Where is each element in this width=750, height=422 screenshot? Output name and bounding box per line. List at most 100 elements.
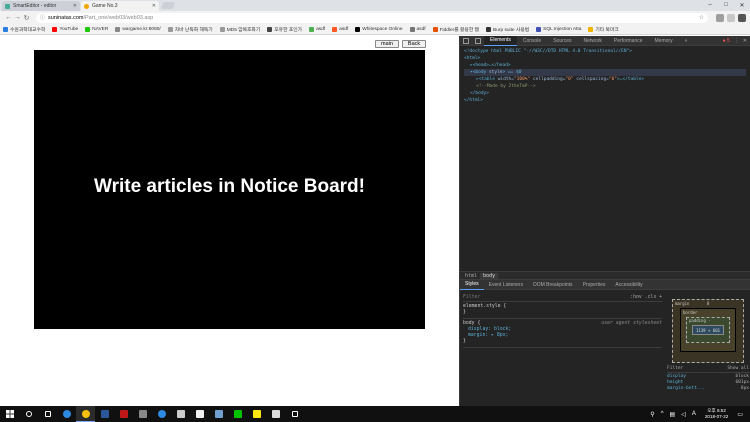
- taskbar-line-button[interactable]: [228, 406, 247, 422]
- taskbar-mail-button[interactable]: [171, 406, 190, 422]
- notification-icon[interactable]: ▭: [737, 411, 743, 418]
- bookmark-item[interactable]: 자바 난독화 해독기: [167, 26, 213, 33]
- taskbar-app-button[interactable]: [133, 406, 152, 422]
- devtools-tab[interactable]: Elements: [484, 35, 517, 46]
- bookmark-item[interactable]: NAVER: [85, 26, 108, 32]
- device-toggle-icon[interactable]: [475, 37, 481, 44]
- devtools-tab[interactable]: Memory: [649, 36, 679, 46]
- minimize-icon[interactable]: –: [702, 0, 718, 10]
- taskbar-word-button[interactable]: [95, 406, 114, 422]
- chevron-up-icon[interactable]: ^: [661, 411, 664, 417]
- dom-node[interactable]: ▸<head>…</head>: [464, 62, 746, 69]
- bookmark-item[interactable]: 기타 북마크: [588, 26, 619, 33]
- devtools-tab[interactable]: Console: [517, 36, 547, 46]
- browser-tab-game[interactable]: Game No.3 ✕: [81, 1, 159, 11]
- close-tab-icon[interactable]: ✕: [73, 3, 77, 9]
- bookmark-item[interactable]: asdf: [309, 26, 325, 32]
- taskbar-mcafee-button[interactable]: [114, 406, 133, 422]
- extension-icon[interactable]: [716, 13, 724, 22]
- taskbar-steam-button[interactable]: [209, 406, 228, 422]
- show-all-checkbox[interactable]: Show all: [727, 366, 749, 372]
- filter-options[interactable]: :hov .cls +: [630, 295, 662, 300]
- close-devtools-icon[interactable]: ✕: [743, 38, 747, 44]
- bookmark-item[interactable]: asdf: [332, 26, 348, 32]
- back-arrow-icon[interactable]: ←: [4, 13, 13, 22]
- error-count[interactable]: ● 5: [723, 38, 730, 44]
- box-border[interactable]: border padding - 1139 × 601: [680, 308, 736, 352]
- breadcrumb-body[interactable]: body: [480, 272, 499, 279]
- styles-subtab[interactable]: Event Listeners: [484, 280, 528, 290]
- styles-subtab[interactable]: DOM Breakpoints: [528, 280, 577, 290]
- volume-icon[interactable]: ◁: [681, 411, 686, 418]
- bookmark-item[interactable]: Fiddler를 활용한 웹: [432, 26, 479, 33]
- dom-node[interactable]: <!doctype html PUBLIC "-//W3C//DTD HTML …: [464, 48, 746, 55]
- address-bar[interactable]: ⓘ suninatas.com /Part_one/web03/web03.as…: [36, 12, 708, 23]
- breadcrumb-html[interactable]: html: [462, 273, 480, 279]
- dom-node[interactable]: <!--Made by 2theTmP-->: [464, 83, 746, 90]
- devtools-tabbar: Elements Console Sources Network Performance…: [460, 35, 750, 46]
- rule-source[interactable]: user agent stylesheet: [601, 321, 662, 327]
- taskbar-chrome-button[interactable]: [76, 406, 95, 422]
- taskbar-task-view-button[interactable]: [38, 406, 57, 422]
- close-tab-icon[interactable]: ✕: [152, 3, 156, 9]
- dom-tree[interactable]: <!doctype html PUBLIC "-//W3C//DTD HTML …: [460, 46, 750, 271]
- more-options-icon[interactable]: ⋮: [734, 38, 739, 44]
- devtools-tab[interactable]: »: [679, 36, 694, 46]
- close-window-icon[interactable]: ✕: [734, 0, 750, 10]
- taskbar-app2-button[interactable]: [266, 406, 285, 422]
- dom-node[interactable]: ▸<table width="100%" cellpadding="0" cel…: [464, 76, 746, 83]
- new-tab-button[interactable]: [160, 2, 176, 9]
- styles-subtab[interactable]: Properties: [578, 280, 611, 290]
- taskbar-edge-button[interactable]: [57, 406, 76, 422]
- bookmark-item[interactable]: Burp suite 사용법: [485, 26, 529, 33]
- bookmark-item[interactable]: Whitespace Online: [355, 26, 403, 32]
- styles-subtab[interactable]: Styles: [460, 280, 484, 290]
- bookmark-favicon-icon: [536, 26, 542, 32]
- box-padding[interactable]: padding - 1139 × 601: [686, 317, 730, 343]
- bookmark-item[interactable]: asdf: [409, 26, 426, 32]
- taskbar-edge2-button[interactable]: [152, 406, 171, 422]
- styles-filter[interactable]: Filter :hov .cls +: [463, 293, 662, 302]
- maximize-icon[interactable]: □: [718, 0, 734, 10]
- menu-icon[interactable]: [738, 13, 746, 22]
- dom-node[interactable]: </body>: [464, 90, 746, 97]
- bookmark-star-icon[interactable]: ☆: [699, 14, 704, 21]
- computed-row[interactable]: margin-bott... 8px: [667, 386, 749, 392]
- browser-tab-smarteditor[interactable]: SmartEditor - editor ✕: [2, 1, 80, 11]
- dom-node[interactable]: ▾<body style> == $0: [464, 69, 746, 76]
- dom-node[interactable]: </html>: [464, 97, 746, 104]
- forward-arrow-icon[interactable]: →: [13, 13, 22, 22]
- taskbar-kakao-button[interactable]: [247, 406, 266, 422]
- ime-icon[interactable]: A: [692, 411, 696, 417]
- dom-node[interactable]: <html>: [464, 55, 746, 62]
- people-icon[interactable]: ⚲: [650, 411, 654, 418]
- bookmark-item[interactable]: MD5 암복호화기: [219, 26, 260, 33]
- taskbar-search-button[interactable]: [19, 406, 38, 422]
- bookmark-item[interactable]: wargame.kr:8080/: [115, 26, 161, 32]
- info-icon[interactable]: ⓘ: [40, 14, 45, 21]
- box-margin[interactable]: margin 8 border padding - 1139 × 601: [672, 299, 744, 363]
- inspect-element-icon[interactable]: [463, 37, 469, 44]
- devtools-tab[interactable]: Performance: [608, 36, 649, 46]
- devtools-tab[interactable]: Sources: [547, 36, 577, 46]
- box-content[interactable]: 1139 × 601: [692, 325, 724, 335]
- computed-filter[interactable]: Filter: [667, 366, 683, 372]
- bookmark-item[interactable]: SQL Injection Atta: [536, 26, 581, 32]
- styles-subtab[interactable]: Accessibility: [610, 280, 647, 290]
- bookmark-item[interactable]: 포유한 포인가: [267, 26, 302, 33]
- back-button[interactable]: Back: [401, 40, 427, 48]
- devtools-tab[interactable]: Network: [578, 36, 608, 46]
- main-button[interactable]: main: [375, 40, 399, 48]
- bookmark-item[interactable]: YouTube: [52, 26, 78, 32]
- taskbar-start-button[interactable]: [0, 406, 19, 422]
- reload-icon[interactable]: ↻: [22, 13, 31, 22]
- clock[interactable]: 오후 6:52 2018-07-22: [705, 408, 729, 420]
- taskbar-store-button[interactable]: [190, 406, 209, 422]
- style-rule[interactable]: element.style { }: [463, 302, 662, 319]
- style-rule[interactable]: body {user agent stylesheet display: blo…: [463, 319, 662, 348]
- network-icon[interactable]: ▤: [670, 411, 676, 418]
- taskbar-settings-button[interactable]: [285, 406, 304, 422]
- bookmark-item[interactable]: 수원과학대교수학: [3, 26, 45, 33]
- extension-icon[interactable]: [727, 13, 735, 22]
- browser-toolbar: ← → ↻ ⓘ suninatas.com /Part_one/web03/we…: [0, 11, 750, 24]
